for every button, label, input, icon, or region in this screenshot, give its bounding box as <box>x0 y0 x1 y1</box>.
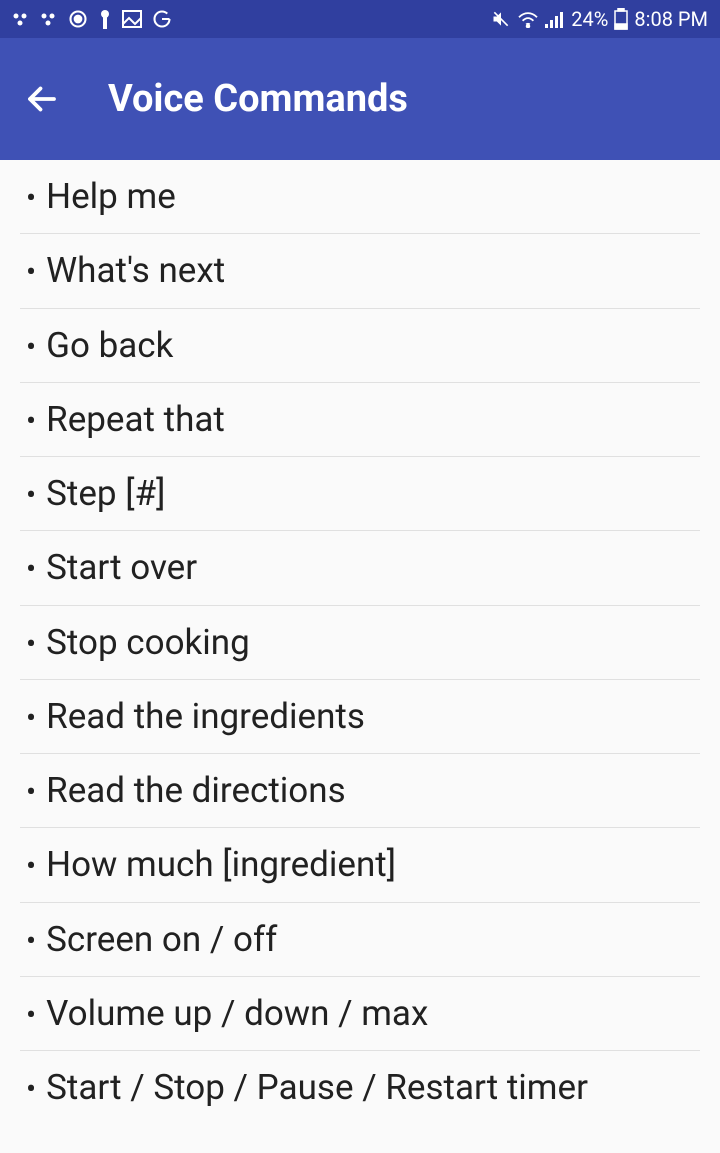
command-text: Repeat that <box>46 396 225 443</box>
bullet-icon: • <box>26 849 36 884</box>
command-text: Start over <box>46 544 197 591</box>
bullet-icon: • <box>26 627 36 662</box>
notification-dots2-icon <box>40 12 58 26</box>
battery-percent: 24% <box>571 7 608 31</box>
command-text: What's next <box>46 247 225 294</box>
list-item: • Repeat that <box>20 383 700 457</box>
command-text: Read the directions <box>46 767 346 814</box>
commands-list: • Help me • What's next • Go back • Repe… <box>0 160 720 1124</box>
command-text: Volume up / down / max <box>46 990 428 1037</box>
list-item: • Volume up / down / max <box>20 977 700 1051</box>
list-item: • Stop cooking <box>20 606 700 680</box>
command-text: Help me <box>46 173 176 220</box>
command-text: Step [#] <box>46 470 165 517</box>
bullet-icon: • <box>26 255 36 290</box>
clock-time: 8:08 PM <box>634 7 708 31</box>
bullet-icon: • <box>26 404 36 439</box>
bullet-icon: • <box>26 998 36 1033</box>
mute-icon <box>491 9 511 29</box>
list-item: • Start over <box>20 531 700 605</box>
status-left-icons <box>12 9 172 29</box>
bullet-icon: • <box>26 775 36 810</box>
command-text: How much [ingredient] <box>46 841 396 888</box>
list-item: • Go back <box>20 309 700 383</box>
back-button[interactable] <box>24 81 60 117</box>
list-item: • Read the ingredients <box>20 680 700 754</box>
update-icon <box>68 9 88 29</box>
list-item: • Start / Stop / Pause / Restart timer <box>20 1051 700 1124</box>
bullet-icon: • <box>26 552 36 587</box>
command-text: Go back <box>46 322 173 369</box>
status-right: 24% 8:08 PM <box>491 7 708 31</box>
command-text: Stop cooking <box>46 619 250 666</box>
command-text: Screen on / off <box>46 916 277 963</box>
list-item: • How much [ingredient] <box>20 828 700 902</box>
signal-icon <box>545 10 565 28</box>
bullet-icon: • <box>26 701 36 736</box>
bullet-icon: • <box>26 478 36 513</box>
command-text: Start / Stop / Pause / Restart timer <box>46 1064 588 1111</box>
list-item: • Read the directions <box>20 754 700 828</box>
bullet-icon: • <box>26 1072 36 1107</box>
google-icon <box>152 9 172 29</box>
status-bar: 24% 8:08 PM <box>0 0 720 38</box>
app-bar: Voice Commands <box>0 38 720 160</box>
page-title: Voice Commands <box>108 77 408 121</box>
list-item: • Step [#] <box>20 457 700 531</box>
image-icon <box>122 10 142 28</box>
bullet-icon: • <box>26 330 36 365</box>
list-item: • Help me <box>20 160 700 234</box>
list-item: • Screen on / off <box>20 903 700 977</box>
list-item: • What's next <box>20 234 700 308</box>
bullet-icon: • <box>26 924 36 959</box>
battery-icon <box>614 8 628 30</box>
wifi-icon <box>517 10 539 28</box>
command-text: Read the ingredients <box>46 693 365 740</box>
key-icon <box>98 9 112 29</box>
bullet-icon: • <box>26 181 36 216</box>
notification-dots-icon <box>12 12 30 26</box>
